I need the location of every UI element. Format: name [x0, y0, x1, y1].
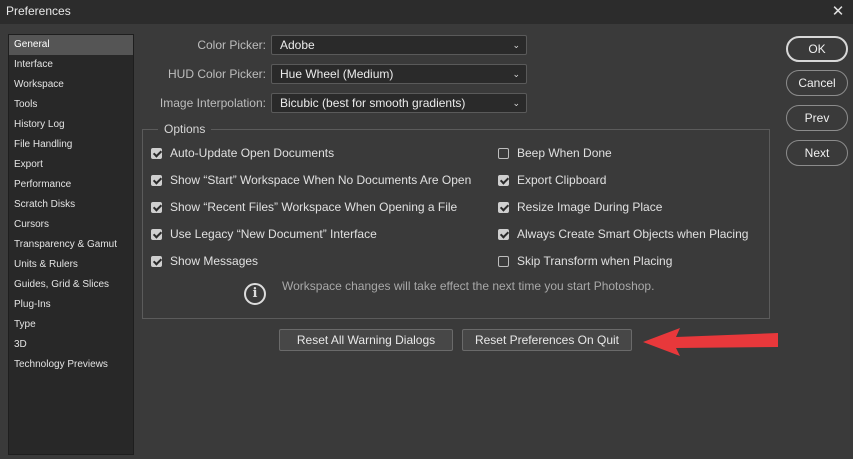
sidebar-item-general[interactable]: General [9, 35, 133, 55]
sidebar-item-export[interactable]: Export [9, 155, 133, 175]
checkbox-unchecked-icon [498, 255, 509, 267]
color-picker-value: Adobe [280, 38, 315, 52]
sidebar-item-guides-grid-slices[interactable]: Guides, Grid & Slices [9, 275, 133, 295]
checkbox-label: Skip Transform when Placing [517, 254, 673, 268]
auto-update-open-documents-checkbox[interactable]: Auto-Update Open Documents [151, 144, 334, 162]
hud-color-picker-select[interactable]: Hue Wheel (Medium) ⌄ [271, 64, 527, 84]
reset-preferences-on-quit-button[interactable]: Reset Preferences On Quit [462, 329, 632, 351]
sidebar-item-cursors[interactable]: Cursors [9, 215, 133, 235]
sidebar: General Interface Workspace Tools Histor… [8, 34, 134, 455]
sidebar-item-type[interactable]: Type [9, 315, 133, 335]
resize-image-during-place-checkbox[interactable]: Resize Image During Place [498, 198, 662, 216]
ok-button[interactable]: OK [786, 36, 848, 62]
color-picker-select[interactable]: Adobe ⌄ [271, 35, 527, 55]
chevron-down-icon: ⌄ [512, 98, 520, 108]
show-start-workspace-checkbox[interactable]: Show “Start” Workspace When No Documents… [151, 171, 471, 189]
checkbox-label: Show “Start” Workspace When No Documents… [170, 173, 472, 187]
checkbox-checked-icon [498, 174, 509, 186]
beep-when-done-checkbox[interactable]: Beep When Done [498, 144, 612, 162]
show-recent-files-workspace-checkbox[interactable]: Show “Recent Files” Workspace When Openi… [151, 198, 457, 216]
close-icon[interactable]: ✕ [827, 1, 849, 23]
checkbox-unchecked-icon [498, 147, 509, 159]
sidebar-item-performance[interactable]: Performance [9, 175, 133, 195]
checkbox-label: Beep When Done [517, 146, 612, 160]
checkbox-checked-icon [151, 201, 162, 213]
checkbox-label: Auto-Update Open Documents [170, 146, 335, 160]
export-clipboard-checkbox[interactable]: Export Clipboard [498, 171, 606, 189]
sidebar-item-3d[interactable]: 3D [9, 335, 133, 355]
checkbox-checked-icon [151, 228, 162, 240]
checkbox-checked-icon [498, 201, 509, 213]
image-interpolation-select[interactable]: Bicubic (best for smooth gradients) ⌄ [271, 93, 527, 113]
checkbox-label: Always Create Smart Objects when Placing [517, 227, 749, 241]
sidebar-item-technology-previews[interactable]: Technology Previews [9, 355, 133, 375]
preferences-dialog: General Interface Workspace Tools Histor… [0, 24, 853, 459]
color-picker-label: Color Picker: [197, 38, 266, 52]
hud-color-picker-value: Hue Wheel (Medium) [280, 67, 394, 81]
checkbox-checked-icon [151, 147, 162, 159]
chevron-down-icon: ⌄ [512, 69, 520, 79]
skip-transform-when-placing-checkbox[interactable]: Skip Transform when Placing [498, 252, 672, 270]
checkbox-checked-icon [498, 228, 509, 240]
title-bar: Preferences ✕ [0, 0, 853, 24]
sidebar-item-history-log[interactable]: History Log [9, 115, 133, 135]
next-button[interactable]: Next [786, 140, 848, 166]
sidebar-item-plug-ins[interactable]: Plug-Ins [9, 295, 133, 315]
info-icon: i [244, 283, 266, 305]
checkbox-checked-icon [151, 174, 162, 186]
prev-button[interactable]: Prev [786, 105, 848, 131]
checkbox-label: Use Legacy “New Document” Interface [170, 227, 377, 241]
sidebar-item-transparency-gamut[interactable]: Transparency & Gamut [9, 235, 133, 255]
checkbox-label: Show Messages [170, 254, 259, 268]
options-group-title: Options [158, 122, 212, 136]
image-interpolation-label: Image Interpolation: [159, 96, 266, 110]
sidebar-item-tools[interactable]: Tools [9, 95, 133, 115]
checkbox-label: Show “Recent Files” Workspace When Openi… [170, 200, 458, 214]
checkbox-checked-icon [151, 255, 162, 267]
show-messages-checkbox[interactable]: Show Messages [151, 252, 258, 270]
checkbox-label: Resize Image During Place [517, 200, 663, 214]
checkbox-label: Export Clipboard [517, 173, 607, 187]
use-legacy-new-document-checkbox[interactable]: Use Legacy “New Document” Interface [151, 225, 377, 243]
red-arrow-icon [643, 328, 778, 356]
hud-color-picker-label: HUD Color Picker: [167, 67, 266, 81]
image-interpolation-value: Bicubic (best for smooth gradients) [280, 96, 466, 110]
cancel-button[interactable]: Cancel [786, 70, 848, 96]
reset-all-warning-dialogs-button[interactable]: Reset All Warning Dialogs [279, 329, 453, 351]
window-title: Preferences [6, 4, 71, 18]
chevron-down-icon: ⌄ [512, 40, 520, 50]
sidebar-item-workspace[interactable]: Workspace [9, 75, 133, 95]
sidebar-item-file-handling[interactable]: File Handling [9, 135, 133, 155]
sidebar-item-interface[interactable]: Interface [9, 55, 133, 75]
workspace-info-message: Workspace changes will take effect the n… [282, 279, 655, 293]
sidebar-item-scratch-disks[interactable]: Scratch Disks [9, 195, 133, 215]
sidebar-item-units-rulers[interactable]: Units & Rulers [9, 255, 133, 275]
always-create-smart-objects-checkbox[interactable]: Always Create Smart Objects when Placing [498, 225, 748, 243]
